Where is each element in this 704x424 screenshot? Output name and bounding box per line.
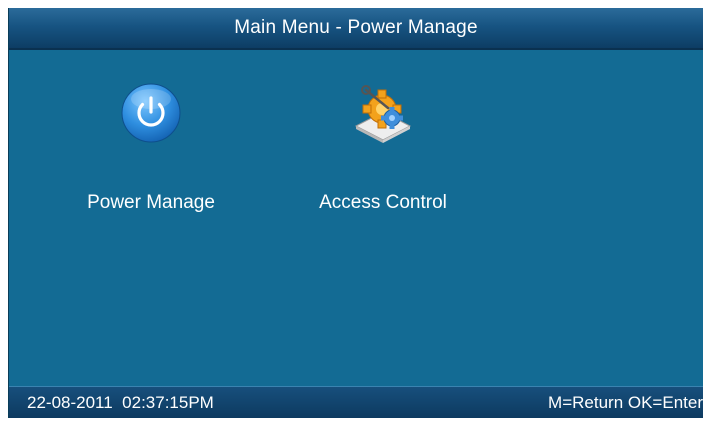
menu-item-label: Power Manage [87,192,215,213]
page-title: Main Menu - Power Manage [234,17,478,38]
menu-item-label: Access Control [319,192,447,213]
datetime-display: 22-08-2011 02:37:15PM [27,393,214,413]
menu-item-power-manage[interactable]: Power Manage [61,82,241,232]
time-text: 02:37:15PM [122,393,214,412]
menu-grid: Power Manage Access Control [9,50,703,386]
gear-puzzle-icon [354,85,412,143]
status-bar: 22-08-2011 02:37:15PM M=Return OK=Enter [9,386,703,418]
key-hint-text: M=Return OK=Enter [548,393,703,412]
date-text: 22-08-2011 [27,393,113,412]
menu-item-access-control[interactable]: Access Control [293,82,473,232]
title-bar: Main Menu - Power Manage [9,8,703,50]
power-icon [121,83,181,143]
device-screen: Main Menu - Power Manage Power Manage Ac… [8,8,703,418]
